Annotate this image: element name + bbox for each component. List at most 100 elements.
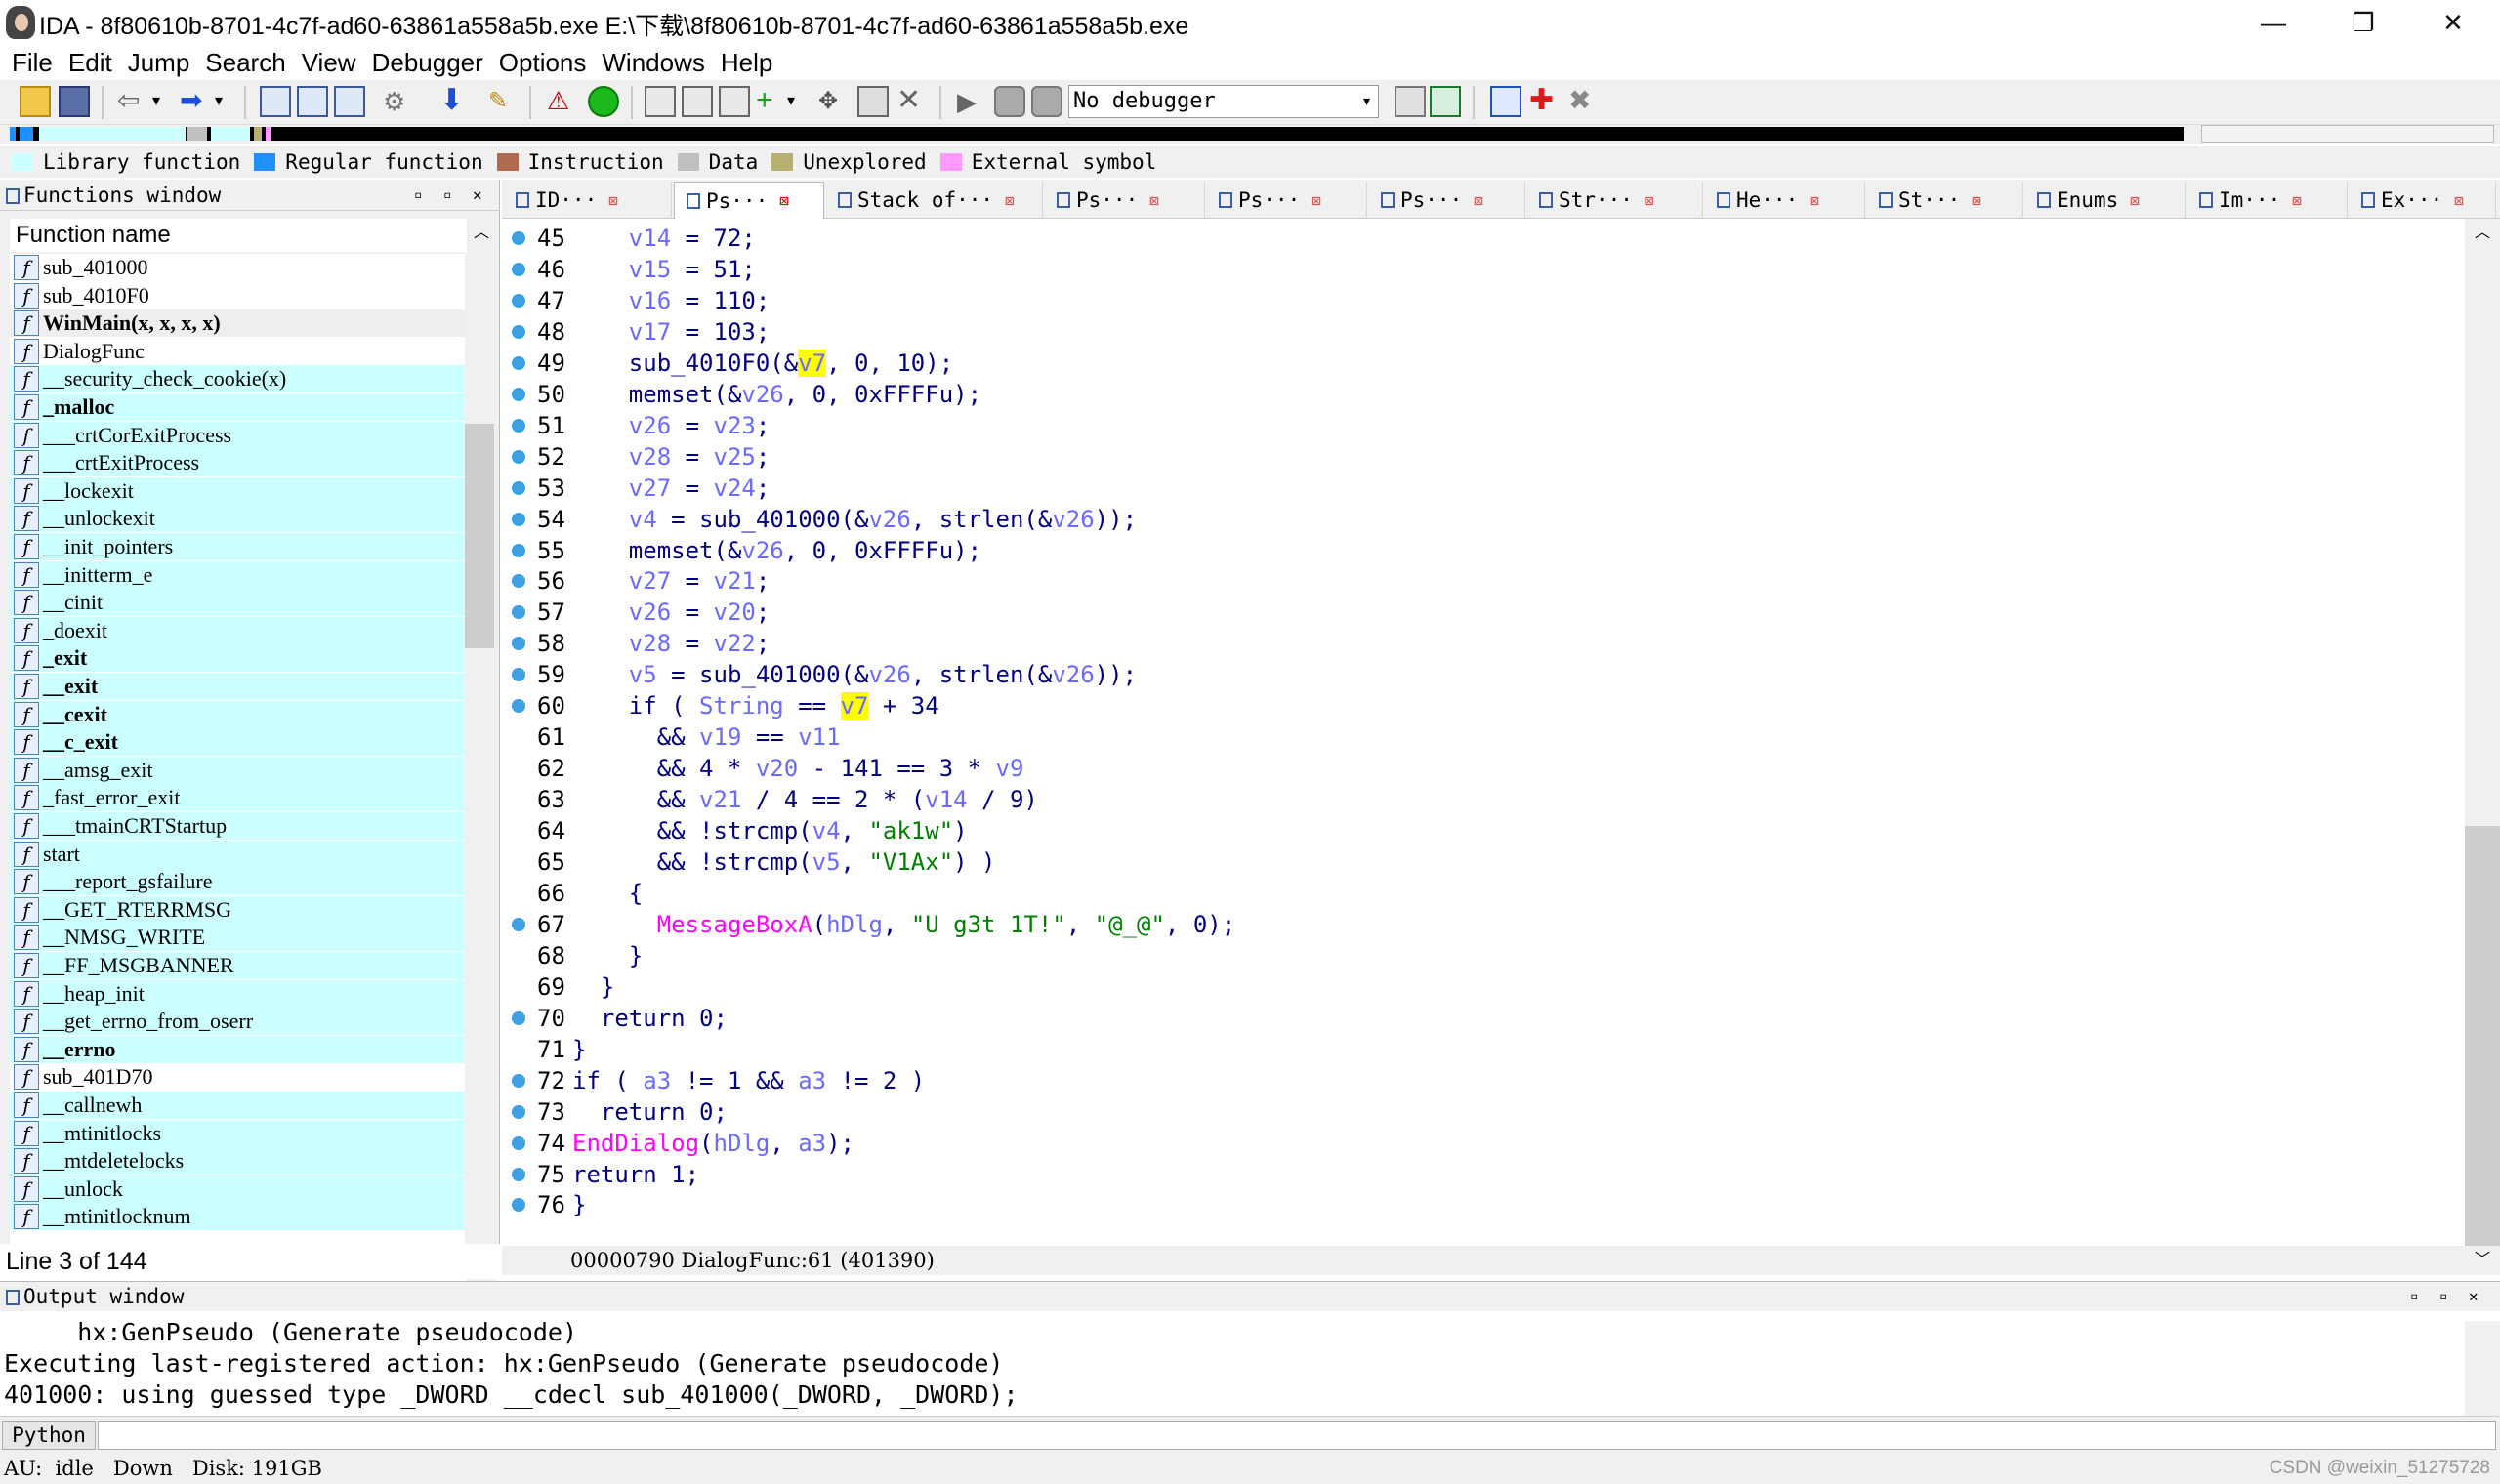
tab-close-icon[interactable]: ⊠ <box>2454 191 2464 210</box>
function-list-item[interactable]: f DialogFunc <box>10 338 465 365</box>
function-list-item[interactable]: f ___crtExitProcess <box>10 449 465 477</box>
float-window-icon[interactable]: ▫ <box>2410 1282 2418 1311</box>
function-list-item[interactable]: f __lockexit <box>10 476 465 505</box>
code-line[interactable]: 71} <box>502 1034 2465 1065</box>
function-list-item[interactable]: f sub_401D70 <box>10 1063 465 1091</box>
breakpoint-dot-icon[interactable] <box>512 231 525 245</box>
code-line[interactable]: 53 v27 = v24; <box>502 473 2465 504</box>
scroll-up-icon[interactable]: ︿ <box>2465 219 2500 248</box>
function-list-item[interactable]: f WinMain(x, x, x, x) <box>10 309 465 338</box>
green-circle-icon[interactable] <box>588 86 619 117</box>
tab-11[interactable]: Im··· ⊠ <box>2188 182 2348 219</box>
function-list-item[interactable]: f __security_check_cookie(x) <box>10 365 465 393</box>
breakpoint-dot-icon[interactable] <box>512 1010 525 1025</box>
breakpoint-dot-icon[interactable] <box>512 1104 525 1119</box>
tab-close-icon[interactable]: ⊠ <box>1312 191 1321 210</box>
code-line[interactable]: 48 v17 = 103; <box>502 316 2465 348</box>
tab-6[interactable]: Ps··· ⊠ <box>1369 182 1525 219</box>
back-arrow-icon[interactable]: ⇦ <box>117 86 148 117</box>
code-line[interactable]: 67 MessageBoxA(hDlg, "U g3t 1T!", "@_@",… <box>502 909 2465 940</box>
function-list-item[interactable]: f __errno <box>10 1035 465 1063</box>
code-line[interactable]: 52 v28 = v25; <box>502 441 2465 473</box>
menu-options[interactable]: Options <box>491 48 595 78</box>
tab-8[interactable]: He··· ⊠ <box>1705 182 1865 219</box>
function-list-item[interactable]: f _fast_error_exit <box>10 784 465 812</box>
tab-12[interactable]: Ex··· ⊠ <box>2350 182 2496 219</box>
code-line[interactable]: 49 sub_4010F0(&v7, 0, 10); <box>502 348 2465 379</box>
code-line[interactable]: 63 && v21 / 4 == 2 * (v14 / 9) <box>502 784 2465 815</box>
function-list-item[interactable]: f __c_exit <box>10 728 465 757</box>
function-list-item[interactable]: f ___crtCorExitProcess <box>10 421 465 449</box>
binary-search-icon[interactable] <box>260 86 291 117</box>
python-button[interactable]: Python <box>2 1421 96 1450</box>
delete-breakpoint-icon[interactable]: ✖ <box>1568 86 1600 117</box>
script-search-icon[interactable]: ✎ <box>488 86 520 117</box>
struct-icon[interactable]: ✥ <box>818 86 850 117</box>
breakpoint-dot-icon[interactable] <box>512 324 525 339</box>
pause-icon[interactable] <box>994 86 1025 117</box>
debugger-select[interactable]: No debugger <box>1068 85 1379 118</box>
menu-debugger[interactable]: Debugger <box>364 48 491 78</box>
code-line[interactable]: 62 && 4 * v20 - 141 == 3 * v9 <box>502 753 2465 784</box>
breakpoint-dot-icon[interactable] <box>512 449 525 464</box>
edit-function-icon[interactable] <box>857 86 889 117</box>
function-list-item[interactable]: f __mtinitlocknum <box>10 1203 465 1231</box>
add-breakpoint-icon[interactable]: ✚ <box>1529 86 1561 117</box>
code-line[interactable]: 58 v28 = v22; <box>502 628 2465 659</box>
menu-edit[interactable]: Edit <box>61 48 120 78</box>
create-function-icon[interactable]: + <box>756 86 787 117</box>
dock-window-icon[interactable]: ▫ <box>2439 1282 2447 1311</box>
close-panel-icon[interactable]: ✕ <box>2469 1282 2479 1311</box>
code-icon[interactable] <box>645 86 676 117</box>
function-list-item[interactable]: f __unlockexit <box>10 505 465 533</box>
code-line[interactable]: 47 v16 = 110; <box>502 285 2465 316</box>
output-scrollbar[interactable] <box>2465 1321 2500 1422</box>
menu-search[interactable]: Search <box>197 48 293 78</box>
stop-icon[interactable] <box>1031 86 1062 117</box>
tab-10[interactable]: Enums ⊠ <box>2025 182 2186 219</box>
code-line[interactable]: 68 } <box>502 940 2465 971</box>
minimize-button[interactable]: — <box>2229 0 2318 45</box>
menu-view[interactable]: View <box>294 48 364 78</box>
data-icon[interactable] <box>682 86 713 117</box>
refresh-memory-icon[interactable] <box>1430 86 1461 117</box>
ascii-icon[interactable] <box>719 86 750 117</box>
code-line[interactable]: 75 return 1; <box>502 1159 2465 1190</box>
patch-icon[interactable]: ⚙ <box>383 86 414 117</box>
code-line[interactable]: 55 memset(&v26, 0, 0xFFFFu); <box>502 535 2465 566</box>
tab-close-icon[interactable]: ⊠ <box>1005 191 1015 210</box>
breakpoint-dot-icon[interactable] <box>512 574 525 589</box>
function-name-header[interactable]: Function name <box>10 219 496 252</box>
function-list-item[interactable]: f __mtdeletelocks <box>10 1147 465 1175</box>
navigation-scroll[interactable] <box>2201 125 2494 143</box>
breakpoint-dot-icon[interactable] <box>512 1135 525 1150</box>
open-folder-icon[interactable] <box>20 86 51 117</box>
function-list-item[interactable]: f __GET_RTERRMSG <box>10 895 465 924</box>
code-line[interactable]: 50 memset(&v26, 0, 0xFFFFu); <box>502 379 2465 410</box>
function-list-item[interactable]: f _exit <box>10 644 465 673</box>
menu-jump[interactable]: Jump <box>120 48 198 78</box>
function-list-scroll-thumb[interactable] <box>465 424 494 648</box>
function-list-item[interactable]: f sub_401000 <box>10 254 465 281</box>
breakpoint-dot-icon[interactable] <box>512 1073 525 1088</box>
function-list-item[interactable]: f __exit <box>10 673 465 700</box>
undefine-icon[interactable]: ✕ <box>896 86 928 117</box>
breakpoint-dot-icon[interactable] <box>512 387 525 401</box>
restore-button[interactable]: ❐ <box>2318 0 2408 45</box>
breakpoint-dot-icon[interactable] <box>512 699 525 714</box>
function-list-item[interactable]: f __init_pointers <box>10 533 465 560</box>
tab-4[interactable]: Ps··· ⊠ <box>1045 182 1205 219</box>
code-line[interactable]: 59 v5 = sub_401000(&v26, strlen(&v26)); <box>502 659 2465 690</box>
warning-icon[interactable]: ⚠ <box>547 86 578 117</box>
function-list-item[interactable]: f __FF_MSGBANNER <box>10 952 465 979</box>
function-list-item[interactable]: f __callnewh <box>10 1092 465 1119</box>
function-list-item[interactable]: f __NMSG_WRITE <box>10 924 465 952</box>
create-dropdown-icon[interactable]: ▾ <box>787 86 818 117</box>
jump-down-icon[interactable]: ⬇ <box>439 86 471 117</box>
function-list-item[interactable]: f ___report_gsfailure <box>10 868 465 896</box>
tab-close-icon[interactable]: ⊠ <box>608 191 618 210</box>
pseudocode-view[interactable]: 45 v14 = 72; 46 v15 = 51; 47 v16 = 110; 48 … <box>502 219 2465 1246</box>
scroll-up-icon[interactable]: ︿ <box>467 219 496 248</box>
tab-close-icon[interactable]: ⊠ <box>779 191 789 210</box>
code-line[interactable]: 70 return 0; <box>502 1003 2465 1034</box>
